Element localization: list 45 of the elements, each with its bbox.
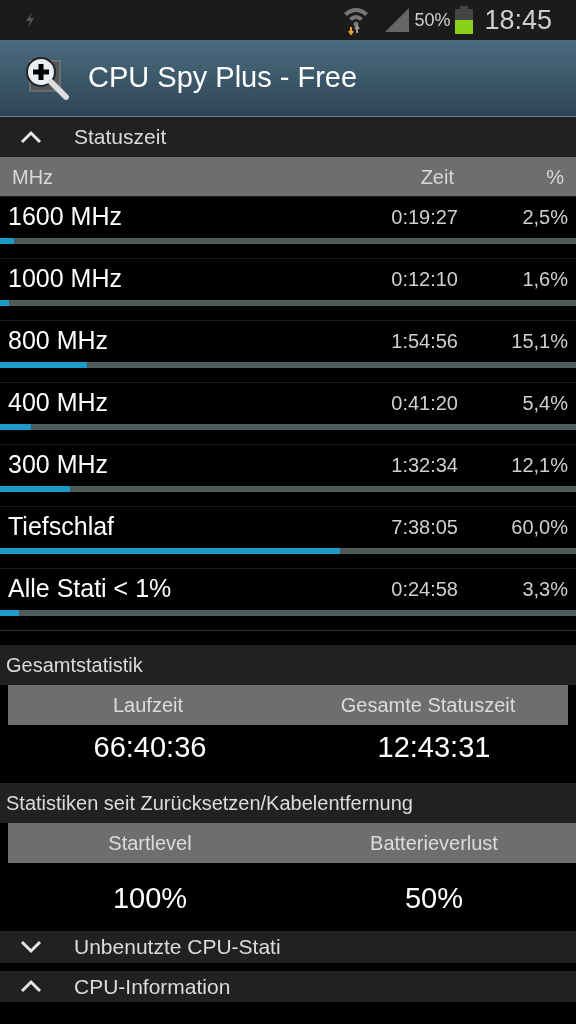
column-label: Laufzeit — [111, 693, 185, 718]
clock-time: 18:45 — [484, 3, 552, 37]
section-header[interactable]: Unbenutzte CPU-Stati — [0, 931, 576, 963]
time-value: 7:38:05 — [390, 515, 458, 540]
group-title: Statistiken seit Zurücksetzen/Kabelentfernung — [0, 783, 576, 823]
section-header[interactable]: CPU-Information — [0, 970, 576, 1002]
frequency-label: Tiefschlaf — [8, 511, 116, 543]
column-label: MHz — [12, 164, 55, 190]
time-value: 1:32:34 — [390, 453, 458, 478]
column-label: % — [545, 164, 564, 190]
time-value: 0:19:27 — [390, 205, 458, 230]
percent-value: 2,5% — [521, 205, 568, 230]
frequency-label: 800 MHz — [8, 325, 110, 357]
column-label: Startlevel — [107, 831, 193, 856]
column-label: Batterieverlust — [369, 831, 499, 856]
percent-value: 15,1% — [510, 329, 568, 354]
column-label: Gesamte Statuszeit — [339, 693, 517, 718]
section-header[interactable]: Statuszeit — [0, 117, 576, 157]
percent-value: 1,6% — [521, 267, 568, 292]
time-value: 0:12:10 — [390, 267, 458, 292]
percent-value: 60,0% — [510, 515, 568, 540]
battery-icon — [454, 5, 475, 35]
percent-value: 12,1% — [510, 453, 568, 478]
time-value: 0:41:20 — [390, 391, 458, 416]
percent-value: 5,4% — [521, 391, 568, 416]
signal-icon — [384, 7, 411, 33]
group-title: Gesamtstatistik — [0, 645, 576, 685]
charging-icon — [24, 11, 36, 29]
stat-value: 100% — [111, 881, 189, 917]
percent-value: 3,3% — [521, 577, 568, 602]
magnifier-chip-icon — [24, 55, 70, 101]
frequency-label: Alle Stati < 1% — [8, 573, 173, 605]
frequency-label: 400 MHz — [8, 387, 110, 419]
stat-value: 66:40:36 — [92, 730, 208, 766]
battery-percent: 50% — [414, 8, 451, 32]
frequency-label: 1000 MHz — [8, 263, 123, 295]
wifi-icon — [342, 5, 371, 35]
time-value: 1:54:56 — [390, 329, 458, 354]
stat-value: 12:43:31 — [376, 730, 492, 766]
stat-value: 50% — [403, 881, 464, 917]
time-value: 0:24:58 — [390, 577, 458, 602]
column-label: Zeit — [419, 164, 454, 190]
app-title: CPU Spy Plus - Free — [88, 60, 358, 96]
frequency-label: 1600 MHz — [8, 201, 123, 233]
frequency-label: 300 MHz — [8, 449, 110, 481]
